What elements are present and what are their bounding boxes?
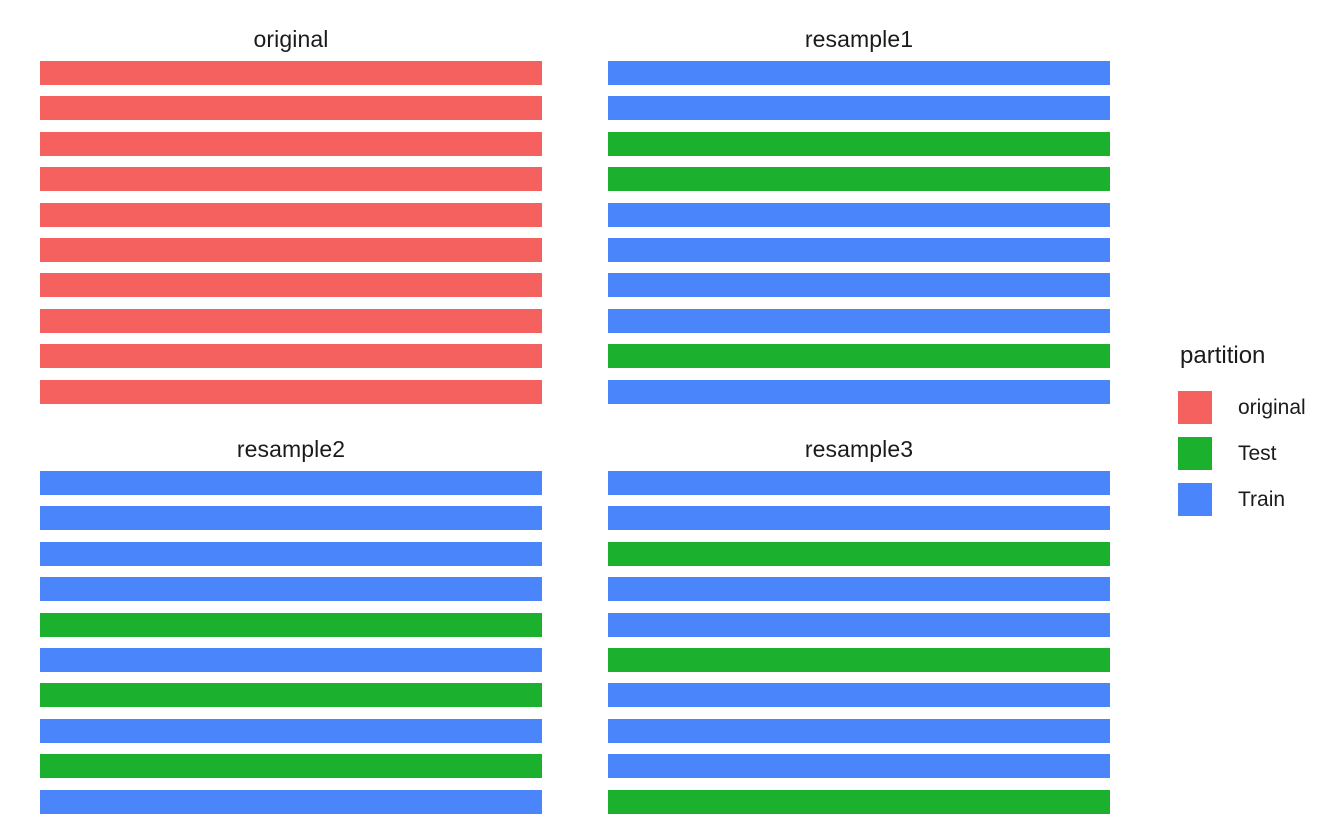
panel-original: original: [40, 22, 542, 405]
bar: [40, 577, 542, 602]
bar: [608, 379, 1110, 404]
bar: [608, 683, 1110, 708]
panel-resample1: resample1: [608, 22, 1110, 405]
panel-resample3: resample3: [608, 432, 1110, 816]
bar: [608, 167, 1110, 192]
panel-bars-resample2: [40, 471, 542, 816]
bar: [608, 61, 1110, 85]
bar: [40, 131, 542, 156]
legend-swatch-original: [1178, 390, 1212, 424]
legend-item-original[interactable]: original: [1178, 384, 1338, 430]
legend-swatch-train: [1178, 482, 1212, 516]
panel-title-resample1: resample1: [804, 26, 914, 52]
bar: [608, 541, 1110, 566]
resampling-partition-figure: original resample1 resample2 resample3 p…: [0, 0, 1344, 830]
legend-items: original Test Train: [1178, 384, 1338, 522]
bar: [40, 96, 542, 121]
bar: [40, 379, 542, 404]
legend-item-test[interactable]: Test: [1178, 430, 1338, 476]
legend: partition original Test Train: [1178, 344, 1338, 522]
bar: [608, 648, 1110, 672]
bar: [40, 683, 542, 708]
bar: [40, 789, 542, 814]
bar: [608, 202, 1110, 227]
bar: [608, 754, 1110, 779]
bar: [608, 273, 1110, 298]
panel-bars-original: [40, 61, 542, 405]
panel-title-resample2: resample2: [236, 436, 346, 462]
bar: [608, 718, 1110, 743]
legend-swatch-test: [1178, 436, 1212, 470]
bar: [608, 506, 1110, 531]
legend-item-train[interactable]: Train: [1178, 476, 1338, 522]
bar: [40, 167, 542, 192]
bar: [608, 308, 1110, 333]
legend-label-train: Train: [1238, 487, 1286, 511]
panel-title-original: original: [253, 26, 329, 52]
bar: [40, 471, 542, 495]
bar: [608, 131, 1110, 156]
legend-title: partition: [1180, 342, 1266, 369]
panel-bars-resample3: [608, 471, 1110, 816]
bar: [608, 471, 1110, 495]
bar: [40, 273, 542, 298]
bar: [608, 789, 1110, 814]
bar: [608, 96, 1110, 121]
bar: [608, 238, 1110, 262]
bar: [40, 718, 542, 743]
bar: [40, 238, 542, 262]
legend-label-original: original: [1238, 395, 1306, 419]
bar: [40, 612, 542, 637]
bar: [40, 308, 542, 333]
bar: [40, 754, 542, 779]
panel-title-resample3: resample3: [804, 436, 914, 462]
bar: [40, 202, 542, 227]
bar: [608, 612, 1110, 637]
bar: [608, 344, 1110, 369]
bar: [40, 506, 542, 531]
panel-bars-resample1: [608, 61, 1110, 405]
bar: [40, 344, 542, 369]
bar: [40, 648, 542, 672]
bar: [608, 577, 1110, 602]
bar: [40, 61, 542, 85]
bar: [40, 541, 542, 566]
legend-label-test: Test: [1238, 441, 1277, 465]
panel-resample2: resample2: [40, 432, 542, 816]
